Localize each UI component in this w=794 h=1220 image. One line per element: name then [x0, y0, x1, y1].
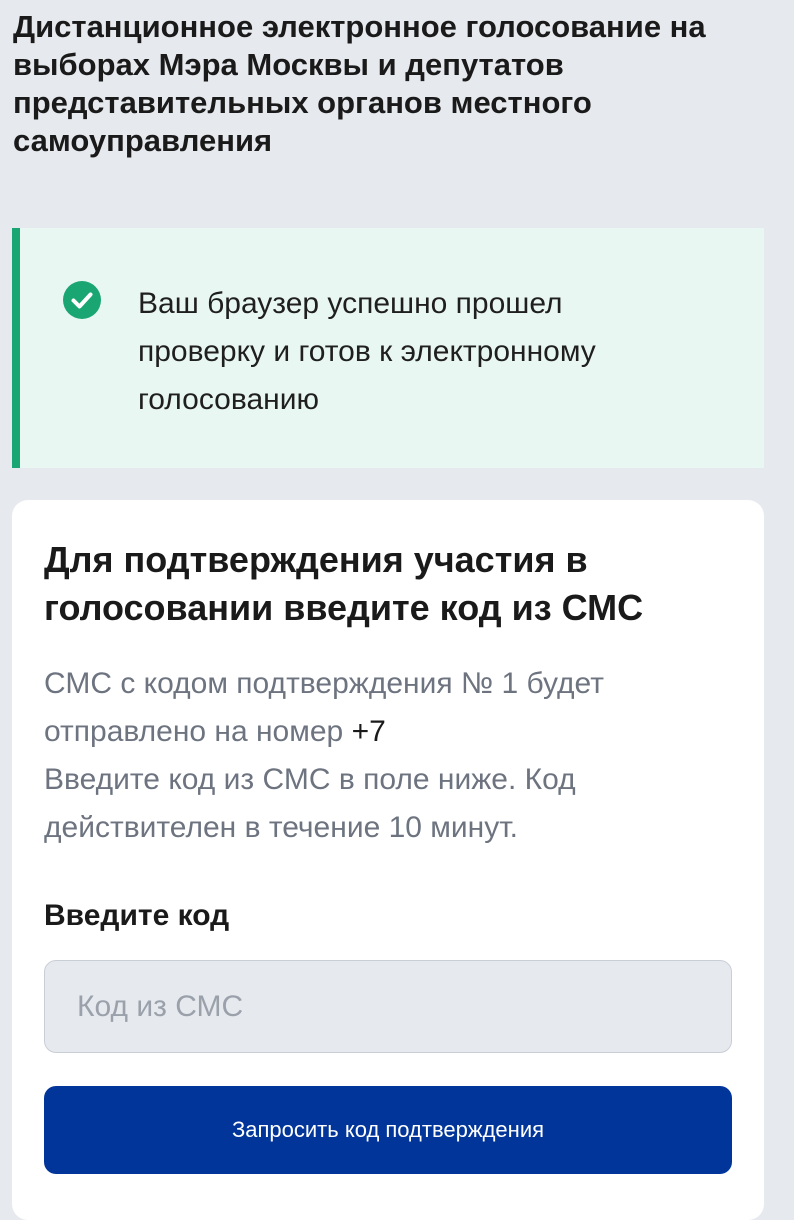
instructions-line: СМС с кодом подтверждения № 1 будет [44, 667, 604, 700]
instructions-line: отправлено на номер +7 [44, 708, 744, 756]
sms-instructions: СМС с кодом подтверждения № 1 будет отпр… [44, 660, 744, 852]
success-banner: Ваш браузер успешно прошел проверку и го… [12, 228, 764, 468]
instructions-line: Введите код из СМС в поле ниже. Код [44, 763, 576, 796]
card-title: Для подтверждения участия в голосовании … [44, 539, 644, 628]
phone-number: +7 [351, 715, 386, 748]
sms-confirmation-card: Для подтверждения участия в голосовании … [12, 500, 764, 1220]
check-circle-icon [63, 281, 101, 319]
sms-code-input[interactable] [44, 960, 732, 1053]
code-field-label: Введите код [44, 899, 230, 932]
instructions-text: отправлено на номер [44, 715, 352, 748]
request-code-button[interactable]: Запросить код подтверждения [44, 1086, 732, 1174]
instructions-line: действителен в течение 10 минут. [44, 811, 518, 844]
page-title: Дистанционное электронное голосование на… [13, 9, 706, 158]
success-message: Ваш браузер успешно прошел проверку и го… [138, 287, 596, 416]
